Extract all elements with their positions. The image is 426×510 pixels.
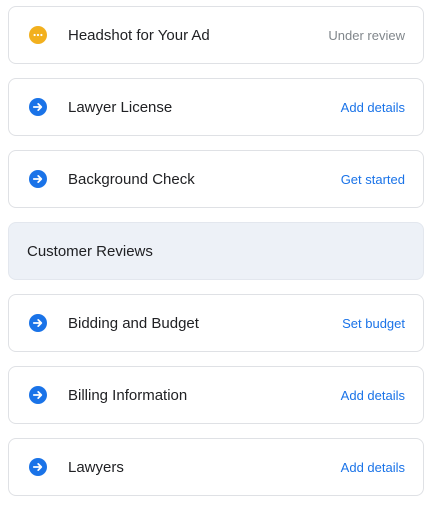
set-budget-link[interactable]: Set budget [342,316,405,331]
list-item-background-check[interactable]: Background Check Get started [8,150,424,208]
under-review-status: Under review [328,27,405,43]
setup-checklist: Headshot for Your Ad Under review Lawyer… [8,6,424,510]
item-label: Billing Information [68,386,188,404]
arrow-right-circle-icon [29,314,47,332]
add-details-link[interactable]: Add details [341,100,405,115]
add-details-link[interactable]: Add details [341,388,405,403]
item-label: Background Check [68,170,195,188]
list-item-lawyers[interactable]: Lawyers Add details [8,438,424,496]
list-item-bidding-budget[interactable]: Bidding and Budget Set budget [8,294,424,352]
list-item-lawyer-license[interactable]: Lawyer License Add details [8,78,424,136]
get-started-link[interactable]: Get started [341,172,405,187]
list-item-headshot: Headshot for Your Ad Under review [8,6,424,64]
arrow-right-circle-icon [29,170,47,188]
add-details-link[interactable]: Add details [341,460,405,475]
arrow-right-circle-icon [29,98,47,116]
arrow-right-circle-icon [29,458,47,476]
item-label: Bidding and Budget [68,314,199,332]
list-item-billing-information[interactable]: Billing Information Add details [8,366,424,424]
section-title: Customer Reviews [27,242,153,260]
item-label: Headshot for Your Ad [68,26,210,44]
pending-dots-icon [29,26,47,44]
arrow-right-circle-icon [29,386,47,404]
item-label: Lawyer License [68,98,173,116]
section-header-customer-reviews: Customer Reviews [8,222,424,280]
item-label: Lawyers [68,458,124,476]
